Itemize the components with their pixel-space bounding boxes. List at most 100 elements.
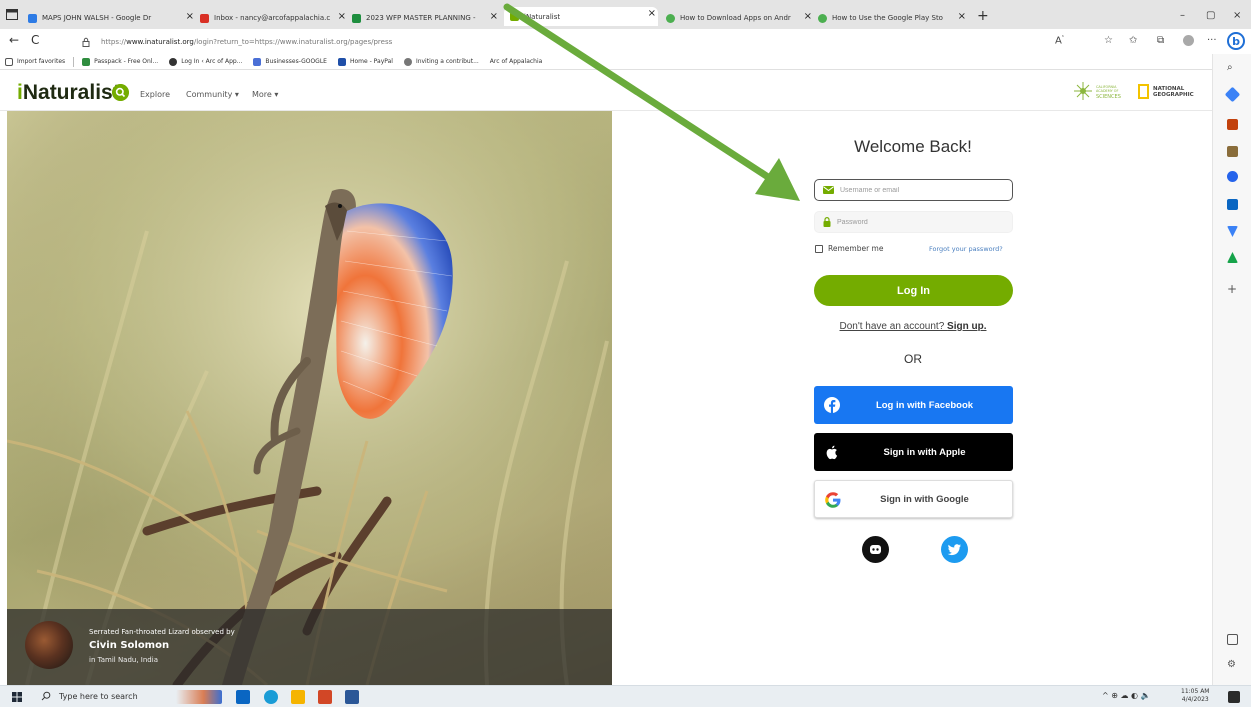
forgot-password-link[interactable]: Forgot your password? (929, 245, 1003, 253)
drop-icon[interactable] (1227, 226, 1238, 237)
inaturalist-logo[interactable]: iNaturalist (17, 81, 120, 105)
tab-actions-icon[interactable] (6, 9, 18, 20)
bing-copilot-button[interactable]: b (1227, 32, 1245, 50)
tree-icon[interactable] (1227, 252, 1238, 263)
collections-icon[interactable]: ⧉ (1157, 35, 1164, 46)
facebook-login-button[interactable]: Log in with Facebook (814, 386, 1013, 424)
google-business-icon (253, 57, 262, 66)
svg-text:SCIENCES: SCIENCES (1096, 94, 1121, 100)
microsoft-365-icon[interactable] (1227, 171, 1238, 182)
username-input[interactable] (840, 186, 1000, 194)
close-tab-icon[interactable]: × (958, 11, 966, 22)
website-favicon-icon (818, 13, 827, 23)
photo-credit-bar: Serrated Fan-throated Lizard observed by… (7, 609, 612, 685)
observer-avatar[interactable] (25, 621, 73, 669)
tab-wfp-master-planning[interactable]: 2023 WFP MASTER PLANNING - × (352, 10, 500, 26)
remember-me-checkbox[interactable] (815, 244, 823, 253)
favorite-businesses-google[interactable]: Businesses-GOOGLE (253, 57, 327, 66)
tab-maps-john-walsh[interactable]: MAPS JOHN WALSH - Google Dr × (28, 10, 196, 26)
discord-icon (870, 545, 881, 554)
add-sidebar-app-icon[interactable]: + (1227, 282, 1238, 296)
nav-explore[interactable]: Explore (140, 90, 170, 99)
favorite-passpack[interactable]: Passpack - Free Onl... (82, 57, 158, 66)
tab-google-play-store[interactable]: How to Use the Google Play Sto × (818, 10, 968, 26)
url-scheme: https:// (101, 37, 127, 46)
lizard-photo-illustration (7, 111, 612, 685)
tools-briefcase-icon[interactable] (1227, 119, 1238, 130)
password-field[interactable] (814, 211, 1013, 233)
minimize-button[interactable]: – (1180, 10, 1185, 21)
hero-photo: Serrated Fan-throated Lizard observed by… (7, 111, 612, 685)
nav-more[interactable]: More ▾ (252, 90, 278, 99)
twitter-login-button[interactable] (941, 536, 968, 563)
password-input[interactable] (837, 218, 997, 226)
apple-signin-label: Sign in with Apple (883, 446, 966, 458)
close-tab-icon[interactable]: × (804, 11, 812, 22)
close-tab-icon[interactable]: × (648, 8, 656, 19)
address-bar[interactable]: https://www.inaturalist.org/login?return… (81, 34, 1081, 49)
settings-gear-icon[interactable]: ⚙ (1227, 659, 1238, 670)
favorites-list-icon[interactable]: ✩ (1129, 35, 1137, 46)
search-icon (41, 691, 51, 701)
remember-me-row[interactable]: Remember me (815, 244, 883, 253)
search-icon[interactable]: ⌕ (1227, 62, 1238, 73)
taskbar-highlight-art (176, 690, 222, 704)
search-icon[interactable] (112, 84, 129, 101)
tab-download-apps-android[interactable]: How to Download Apps on Andr × (666, 10, 814, 26)
favorite-arc-login[interactable]: Log In ‹ Arc of App... (169, 57, 242, 66)
favorite-label: Businesses-GOOGLE (265, 58, 327, 65)
outlook-icon[interactable] (1227, 199, 1238, 210)
system-tray-icons[interactable]: ^ ⊕ ☁ ◐ 🔈 (1102, 691, 1151, 700)
file-explorer-taskbar-icon[interactable] (291, 690, 305, 704)
system-clock[interactable]: 11:05 AM 4/4/2023 (1181, 688, 1209, 704)
nav-community[interactable]: Community ▾ (186, 90, 239, 99)
word-taskbar-icon[interactable] (345, 690, 359, 704)
browser-tab-strip: MAPS JOHN WALSH - Google Dr × Inbox - na… (0, 0, 1251, 29)
games-icon[interactable] (1227, 146, 1238, 157)
credit-species-line: Serrated Fan-throated Lizard observed by (89, 628, 235, 636)
notification-icon[interactable] (1228, 691, 1240, 703)
favorites-bar: Import favorites Passpack - Free Onl... … (0, 54, 1251, 70)
powerpoint-taskbar-icon[interactable] (318, 690, 332, 704)
inaturalist-favicon-icon (510, 12, 519, 21)
close-tab-icon[interactable]: × (490, 11, 498, 22)
envelope-icon (823, 186, 834, 194)
close-tab-icon[interactable]: × (338, 11, 346, 22)
close-tab-icon[interactable]: × (186, 11, 194, 22)
google-signin-button[interactable]: Sign in with Google (814, 480, 1013, 518)
california-academy-of-sciences-logo[interactable]: CALIFORNIA ACADEMY OF SCIENCES (1074, 81, 1134, 101)
tab-inaturalist[interactable]: iNaturalist × (504, 7, 658, 26)
log-in-button[interactable]: Log In (814, 275, 1013, 306)
favorite-import[interactable]: Import favorites (5, 57, 65, 66)
restore-button[interactable]: ▢ (1206, 10, 1215, 21)
tab-title: How to Download Apps on Andr (680, 14, 791, 22)
favorite-arc-of-appalachia[interactable]: Arc of Appalachia (490, 58, 543, 65)
username-field[interactable] (814, 179, 1013, 201)
back-button[interactable]: ← (9, 33, 19, 47)
edge-taskbar-icon[interactable] (264, 690, 278, 704)
national-geographic-logo[interactable]: NATIONAL GEOGRAPHIC (1138, 82, 1198, 101)
windows-start-icon[interactable] (12, 692, 22, 702)
tab-inbox[interactable]: Inbox - nancy@arcofappalachia.c × (200, 10, 348, 26)
discord-login-button[interactable] (862, 536, 889, 563)
signup-prompt[interactable]: Don't have an account? Sign up. (813, 321, 1013, 332)
close-window-button[interactable]: × (1233, 10, 1241, 21)
apple-icon (826, 445, 838, 460)
shopping-tag-icon[interactable] (1224, 86, 1241, 103)
favorites-star-icon[interactable]: ☆ (1104, 35, 1113, 46)
outlook-taskbar-icon[interactable] (236, 690, 250, 704)
taskbar-search-box[interactable]: Type here to search (41, 691, 138, 701)
favorite-paypal[interactable]: Home - PayPal (337, 57, 393, 66)
url-domain: www.inaturalist.org (126, 37, 194, 46)
profile-avatar-icon[interactable] (1183, 35, 1194, 46)
apple-signin-button[interactable]: Sign in with Apple (814, 433, 1013, 471)
sidebar-toggle-icon[interactable] (1227, 634, 1238, 645)
read-aloud-icon[interactable]: Aʰ (1055, 35, 1064, 46)
more-menu-icon[interactable]: ··· (1207, 35, 1217, 46)
credit-observer-name[interactable]: Civin Solomon (89, 640, 169, 651)
new-tab-button[interactable]: + (977, 9, 989, 23)
favorite-inviting-contributor[interactable]: Inviting a contribut... (403, 57, 479, 66)
signup-link[interactable]: Sign up. (947, 321, 986, 332)
reload-button[interactable]: C (31, 33, 39, 47)
clock-date: 4/4/2023 (1181, 696, 1209, 703)
